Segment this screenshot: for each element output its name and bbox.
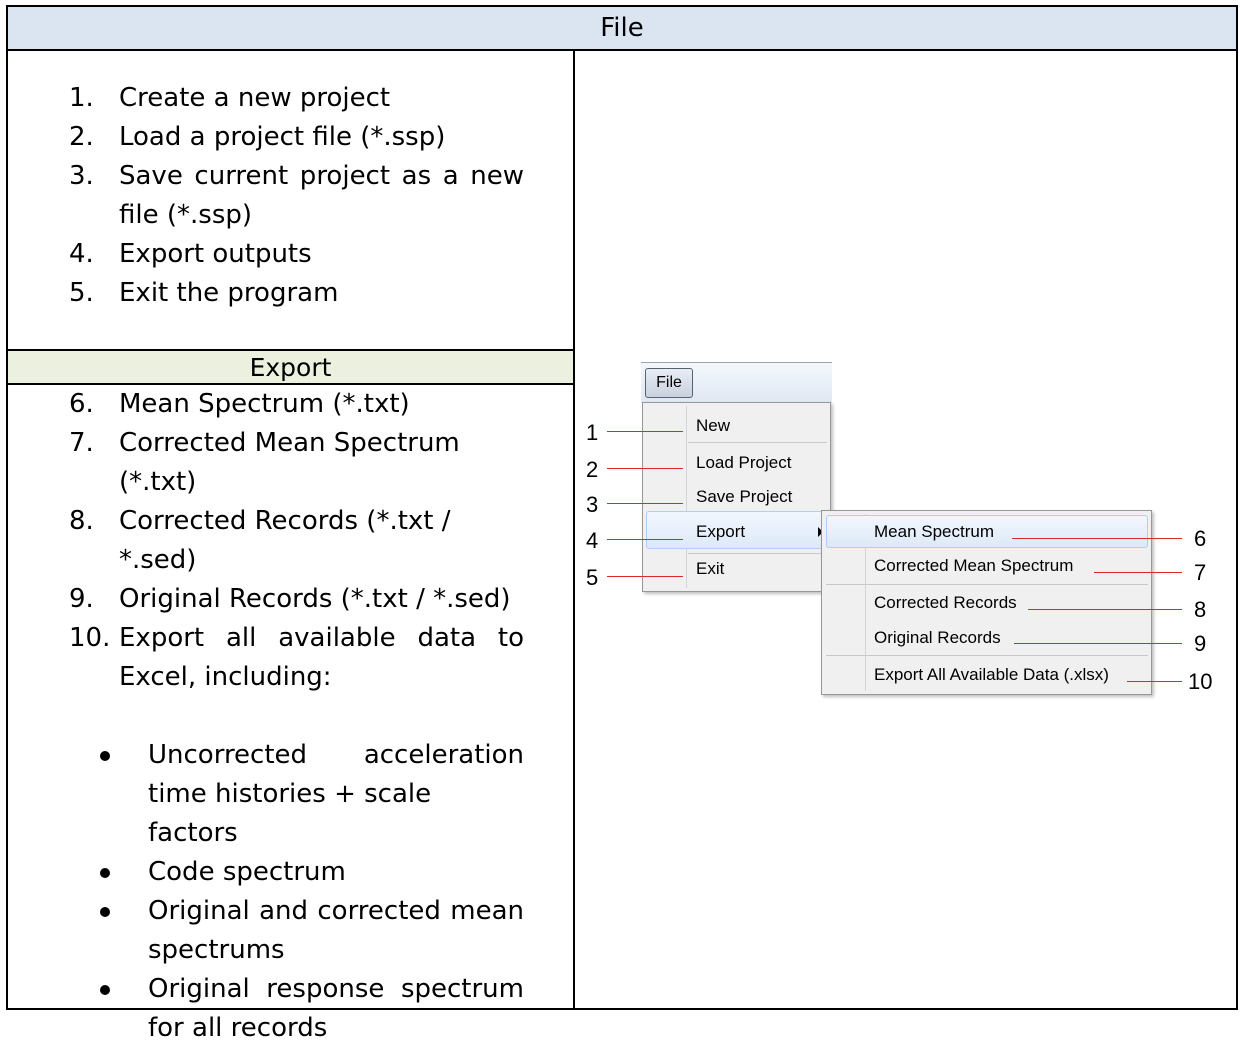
list-number: 7. <box>69 428 94 458</box>
menu-item-load-project[interactable]: Load Project <box>696 453 791 473</box>
menu-item-exit[interactable]: Exit <box>696 559 724 579</box>
callout-number: 9 <box>1194 631 1207 656</box>
callout-number: 3 <box>586 492 599 517</box>
menu-gutter <box>686 406 687 588</box>
callout-line <box>607 539 683 540</box>
document-table: File 1. Create a new project 2. Load a p… <box>6 5 1238 1043</box>
bullet-text: Uncorrected acceleration <box>148 740 524 770</box>
file-menu-button[interactable]: File <box>645 368 693 398</box>
list-text: Original Records (*.txt / *.sed) <box>119 584 511 614</box>
callout-number: 10 <box>1188 669 1213 694</box>
callout-line <box>607 503 683 504</box>
list-text: Corrected Mean Spectrum <box>119 428 460 458</box>
menu-separator <box>688 442 827 443</box>
bullet-item: Uncorrected acceleration time histories … <box>8 736 573 853</box>
list-number: 9. <box>69 584 94 614</box>
table-title-text: File <box>600 13 644 43</box>
submenu-item-mean-spectrum[interactable]: Mean Spectrum <box>874 522 994 542</box>
callout-number: 5 <box>586 565 599 590</box>
callout-line <box>1012 538 1182 539</box>
bullet-text: Original and corrected mean <box>148 896 524 926</box>
list-text: Save current project as a new <box>119 161 524 191</box>
menu-item-export[interactable]: Export <box>696 522 745 542</box>
bullet-dot <box>100 985 110 995</box>
table-title: File <box>8 7 1236 51</box>
menu-separator <box>826 584 1148 585</box>
list-text: Exit the program <box>119 278 339 308</box>
list-text-continued: Excel, including: <box>119 662 332 692</box>
list-number: 8. <box>69 506 94 536</box>
submenu-item-corrected-mean-spectrum[interactable]: Corrected Mean Spectrum <box>874 556 1073 576</box>
submenu-item-export-all[interactable]: Export All Available Data (.xlsx) <box>874 665 1109 685</box>
list-number: 5. <box>69 278 94 308</box>
callout-line <box>1127 681 1182 682</box>
list-item: 1. Create a new project <box>8 79 573 118</box>
export-list: 6. Mean Spectrum (*.txt) 7. Corrected Me… <box>8 385 573 1048</box>
bullet-dot <box>100 751 110 761</box>
list-text: Create a new project <box>119 83 391 113</box>
submenu-item-original-records[interactable]: Original Records <box>874 628 1001 648</box>
list-text-continued: file (*.ssp) <box>119 200 253 230</box>
export-section-header: Export <box>8 349 573 385</box>
list-item: 7. Corrected Mean Spectrum (*.txt) <box>8 424 573 502</box>
menu-separator <box>826 655 1148 656</box>
callout-number: 7 <box>1194 560 1207 585</box>
list-item: 8. Corrected Records (*.txt / *.sed) <box>8 502 573 580</box>
bullet-item: Original and corrected mean spectrums <box>8 892 573 970</box>
bullet-text-continued: time histories + scale factors <box>148 779 432 848</box>
callout-line <box>1094 572 1182 573</box>
description-column: 1. Create a new project 2. Load a projec… <box>8 51 573 1043</box>
list-text: Mean Spectrum (*.txt) <box>119 389 410 419</box>
callout-number: 1 <box>586 420 599 445</box>
bullet-text: Code spectrum <box>148 857 346 887</box>
bullet-item: Original response spectrum for all recor… <box>8 970 573 1048</box>
list-item: 9. Original Records (*.txt / *.sed) <box>8 580 573 619</box>
column-divider <box>573 49 575 1008</box>
bullet-text: Original response spectrum <box>148 974 524 1004</box>
menu-item-new[interactable]: New <box>696 416 730 436</box>
callout-number: 2 <box>586 457 599 482</box>
callout-number: 4 <box>586 528 599 553</box>
list-item: 10. Export all available data to Excel, … <box>8 619 573 697</box>
list-number: 6. <box>69 389 94 419</box>
bullet-text-continued: spectrums <box>148 935 285 965</box>
export-header-text: Export <box>249 352 332 382</box>
bullet-item: Code spectrum <box>8 853 573 892</box>
callout-number: 8 <box>1194 597 1207 622</box>
submenu-item-corrected-records[interactable]: Corrected Records <box>874 593 1017 613</box>
list-text: Export all available data to <box>119 623 524 653</box>
menu-separator <box>688 553 827 554</box>
list-item: 5. Exit the program <box>8 274 573 313</box>
list-text: Load a project file (*.ssp) <box>119 122 446 152</box>
callout-line <box>607 576 683 577</box>
list-item: 4. Export outputs <box>8 235 573 274</box>
list-item: 3. Save current project as a new file (*… <box>8 157 573 235</box>
list-number: 4. <box>69 239 94 269</box>
bullet-dot <box>100 868 110 878</box>
list-text: Corrected Records (*.txt / <box>119 506 451 536</box>
bullet-dot <box>100 907 110 917</box>
list-number: 2. <box>69 122 94 152</box>
callout-line <box>607 468 683 469</box>
list-item: 6. Mean Spectrum (*.txt) <box>8 385 573 424</box>
list-text: Export outputs <box>119 239 312 269</box>
callout-line <box>1014 643 1182 644</box>
list-item: 2. Load a project file (*.ssp) <box>8 118 573 157</box>
callout-number: 6 <box>1194 526 1207 551</box>
file-menu-list: 1. Create a new project 2. Load a projec… <box>8 79 573 313</box>
list-text-continued: (*.txt) <box>119 467 197 497</box>
list-number: 1. <box>69 83 94 113</box>
callout-line <box>607 431 683 432</box>
menu-item-save-project[interactable]: Save Project <box>696 487 792 507</box>
callout-line <box>1028 609 1182 610</box>
bullet-text-continued: for all records <box>148 1013 328 1043</box>
list-number: 3. <box>69 161 94 191</box>
list-text-continued: *.sed) <box>119 545 197 575</box>
list-number: 10. <box>69 623 111 653</box>
